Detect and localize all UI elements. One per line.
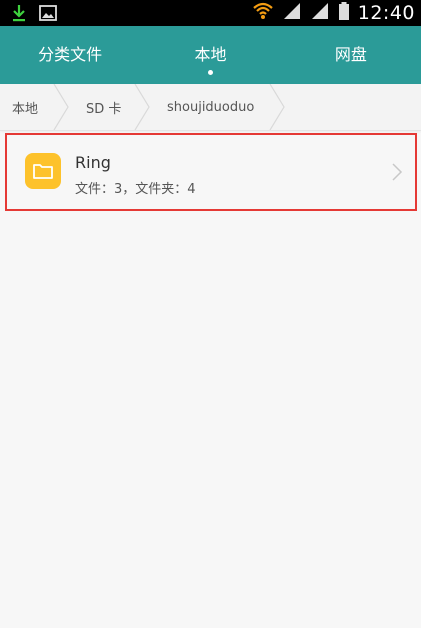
breadcrumb-item-local[interactable]: 本地 [12, 84, 38, 130]
download-icon [10, 3, 28, 27]
tab-bar: 分类文件 本地 网盘 [0, 26, 421, 84]
tab-label: 网盘 [334, 45, 367, 64]
breadcrumb: 本地 SD 卡 shoujiduoduo [0, 84, 421, 131]
breadcrumb-item-sd-card[interactable]: SD 卡 [86, 84, 121, 130]
chevron-right-icon [392, 163, 403, 181]
breadcrumb-separator-icon [134, 84, 150, 130]
breadcrumb-separator-icon [53, 84, 69, 130]
status-time: 12:40 [357, 2, 415, 24]
item-subtitle: 文件：3，文件夹：4 [75, 182, 196, 197]
image-icon [38, 3, 58, 27]
breadcrumb-item-shoujiduoduo[interactable]: shoujiduoduo [167, 84, 254, 130]
tab-cloud[interactable]: 网盘 [281, 26, 421, 84]
tab-categories[interactable]: 分类文件 [0, 26, 140, 84]
tab-label: 本地 [194, 45, 227, 64]
wifi-icon [252, 1, 274, 25]
battery-icon [338, 1, 350, 25]
status-bar: 12:40 [0, 0, 421, 26]
active-tab-indicator [207, 70, 213, 75]
tab-local[interactable]: 本地 [140, 26, 280, 84]
folder-icon [25, 153, 61, 189]
list-item[interactable]: Ring 文件：3，文件夹：4 [5, 133, 417, 211]
item-title: Ring [75, 153, 111, 172]
tab-label: 分类文件 [38, 45, 103, 64]
signal-icon [282, 1, 302, 25]
breadcrumb-separator-icon [269, 84, 285, 130]
signal-icon-2 [310, 1, 330, 25]
